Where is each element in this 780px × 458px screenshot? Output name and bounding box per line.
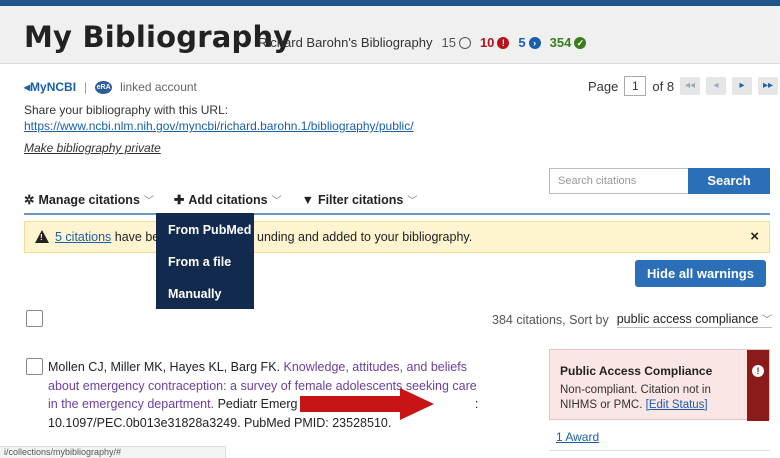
search-button[interactable]: Search: [688, 168, 770, 194]
compliance-heading: Public Access Compliance: [560, 364, 713, 378]
toolbar-divider: [24, 213, 770, 215]
compliance-status: Non-compliant. Citation not in NIHMS or …: [560, 384, 711, 411]
menu-item-from-pubmed[interactable]: From PubMed: [168, 223, 251, 237]
citation-toolbar: ✲ Manage citations ﹀ ✚ Add citations ﹀ ▼…: [24, 192, 437, 208]
divider: [549, 450, 770, 451]
manage-citations-menu[interactable]: ✲ Manage citations ﹀: [24, 192, 154, 208]
search-input[interactable]: Search citations: [549, 168, 689, 194]
add-citations-menu[interactable]: ✚ Add citations ﹀: [173, 192, 282, 208]
public-access-compliance-panel: Public Access Compliance Non-compliant. …: [549, 349, 770, 421]
unchecked-count[interactable]: 15: [441, 35, 471, 50]
checkmark-icon: ✓: [574, 36, 587, 49]
annotation-arrow-icon: [300, 388, 434, 420]
sort-select[interactable]: public access compliance ﹀: [616, 311, 772, 328]
warning-triangle-icon: !: [35, 230, 49, 243]
exclamation-icon: !: [752, 365, 764, 377]
exclamation-icon: !: [497, 36, 510, 49]
title-bar: My Bibliography Richard Barohn's Bibliog…: [0, 6, 780, 64]
warning-text-end: unding and added to your bibliography.: [257, 230, 473, 244]
last-page-icon[interactable]: ▸▸: [758, 77, 779, 95]
share-url-link[interactable]: https://www.ncbi.nlm.nih.gov/myncbi/rich…: [24, 119, 414, 133]
divider: |: [84, 80, 88, 94]
warning-banner: ! 5 citations have be unding and added t…: [24, 221, 770, 253]
in-progress-count[interactable]: 5 ›: [518, 35, 541, 50]
first-page-icon[interactable]: ◂◂: [680, 77, 701, 95]
linked-account-label: linked account: [120, 80, 197, 94]
warning-text-start: 5 citations have be: [55, 230, 160, 244]
myncbi-link[interactable]: ◂MyNCBI: [24, 80, 76, 94]
select-all-checkbox[interactable]: [26, 310, 43, 327]
filter-citations-menu[interactable]: ▼ Filter citations ﹀: [301, 192, 418, 208]
close-icon[interactable]: ×: [750, 228, 759, 245]
menu-item-from-file[interactable]: From a file: [168, 255, 231, 269]
plus-icon: ✚: [173, 193, 185, 207]
award-link[interactable]: 1 Award: [556, 430, 599, 444]
citations-link[interactable]: 5 citations: [55, 230, 111, 244]
compliant-count[interactable]: 354 ✓: [550, 35, 587, 50]
error-count[interactable]: 10 !: [480, 35, 510, 50]
citation-journal-tail: :: [474, 397, 479, 411]
sort-control: 384 citations, Sort by public access com…: [492, 311, 772, 328]
menu-item-manually[interactable]: Manually: [168, 287, 222, 301]
filter-icon: ▼: [301, 192, 314, 207]
page-number-input[interactable]: 1: [624, 76, 647, 96]
citation-count: 384 citations, Sort by: [492, 312, 609, 327]
era-logo-icon: eRA: [95, 80, 113, 94]
page-total: of 8: [652, 78, 675, 94]
chevron-down-icon: ﹀: [761, 315, 772, 326]
account-links: ◂MyNCBI | eRA linked account: [24, 80, 197, 94]
chevron-down-icon: ﹀: [143, 196, 154, 207]
page-title: My Bibliography: [24, 20, 293, 54]
add-citations-dropdown: From PubMed From a file Manually: [156, 213, 254, 309]
arrow-right-circle-icon: ›: [528, 36, 541, 49]
citation-checkbox[interactable]: [26, 358, 43, 375]
chevron-down-icon: ﹀: [407, 196, 418, 207]
share-label: Share your bibliography with this URL:: [24, 103, 229, 117]
chevron-down-icon: ﹀: [271, 196, 282, 207]
browser-status-url: i/collections/mybibliography/#: [0, 446, 226, 458]
bibliography-owner: Richard Barohn's Bibliography: [258, 35, 433, 50]
edit-status-link[interactable]: [Edit Status]: [646, 399, 708, 411]
page-label: Page: [588, 78, 619, 94]
next-page-icon[interactable]: ▸: [732, 77, 753, 95]
make-private-link[interactable]: Make bibliography private: [24, 141, 161, 155]
pagination: Page 1 of 8 ◂◂ ◂ ▸ ▸▸: [588, 76, 779, 96]
noncompliant-flag: !: [747, 350, 769, 421]
citation-authors: Mollen CJ, Miller MK, Hayes KL, Barg FK.: [48, 360, 281, 374]
prev-page-icon[interactable]: ◂: [706, 77, 727, 95]
hide-all-warnings-button[interactable]: Hide all warnings: [635, 260, 766, 287]
unchecked-circle-icon: [458, 36, 471, 49]
gear-icon: ✲: [24, 193, 35, 207]
bibliography-summary: Richard Barohn's Bibliography 15 10 ! 5 …: [258, 35, 587, 50]
